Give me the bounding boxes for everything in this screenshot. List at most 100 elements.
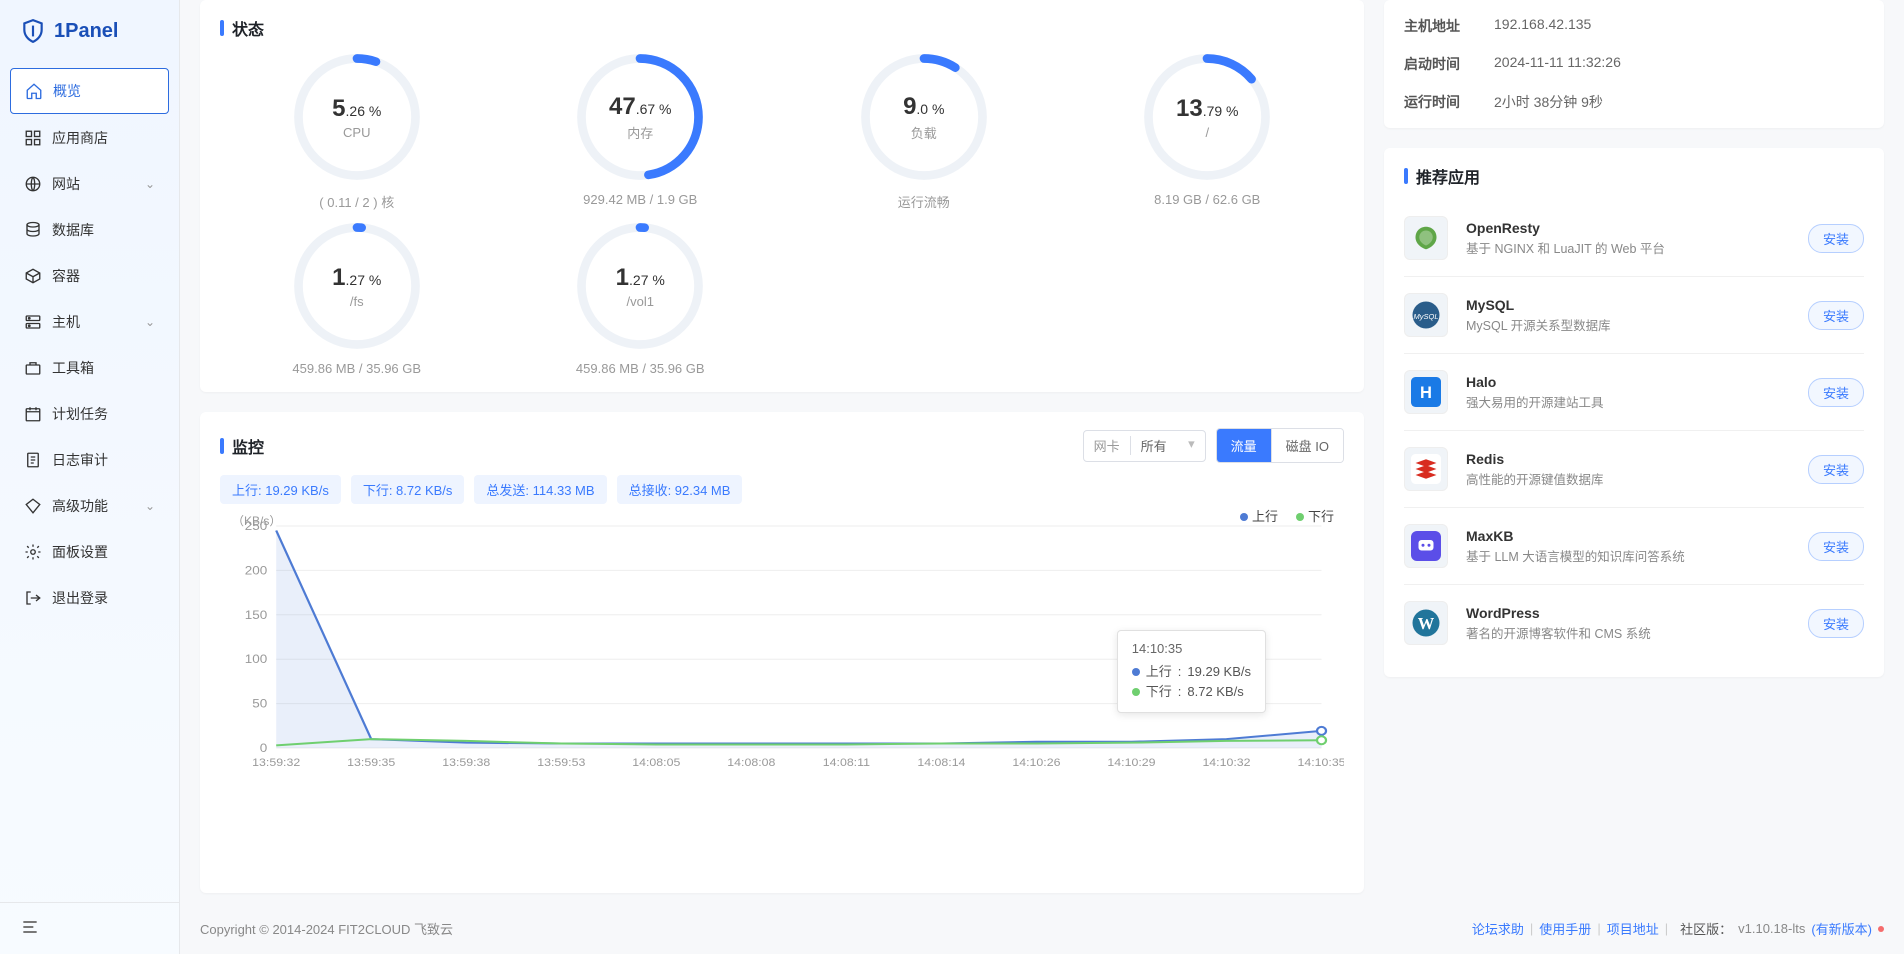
install-button[interactable]: 安装 (1808, 455, 1864, 484)
app-desc: 强大易用的开源建站工具 (1466, 392, 1604, 411)
chevron-down-icon: ⌄ (145, 499, 155, 513)
app-desc: MySQL 开源关系型数据库 (1466, 315, 1611, 334)
logout-icon (24, 589, 42, 607)
globe-icon (24, 175, 42, 193)
sysinfo-card: 主机地址192.168.42.135启动时间2024-11-11 11:32:2… (1384, 0, 1884, 128)
svg-text:13:59:35: 13:59:35 (347, 757, 396, 769)
nav-item-6[interactable]: 工具箱 (10, 346, 169, 390)
app-name: Redis (1466, 451, 1604, 467)
tab-disk-io[interactable]: 磁盘 IO (1271, 429, 1343, 462)
sidebar: 1Panel 概览应用商店网站⌄ 数据库容器主机 ⌄ 工具箱计划任务日志审计高级功能 ⌄… (0, 0, 180, 954)
grid-icon (24, 129, 42, 147)
svg-text:14:08:08: 14:08:08 (727, 757, 775, 769)
main-content: 状态 5.26 % CPU ( 0.11 / 2 ) 核 47.67 % 内存 (180, 0, 1904, 954)
gauge-1[interactable]: 47.67 % 内存 929.42 MB / 1.9 GB (504, 52, 778, 211)
stat-tag-0: 上行: 19.29 KB/s (220, 475, 341, 504)
chevron-down-icon: ⌄ (145, 315, 155, 329)
brand-text: 1Panel (54, 20, 118, 43)
new-version-link[interactable]: (有新版本) (1811, 919, 1872, 938)
mysql-icon: MySQL (1404, 293, 1448, 337)
svg-text:14:10:26: 14:10:26 (1012, 757, 1060, 769)
app-name: MaxKB (1466, 528, 1685, 544)
sysinfo-row-1: 启动时间2024-11-11 11:32:26 (1404, 54, 1864, 74)
nav-item-7[interactable]: 计划任务 (10, 392, 169, 436)
footer-link-repo[interactable]: 项目地址 (1607, 919, 1659, 938)
legend-up[interactable]: 上行 (1240, 506, 1278, 525)
brand-logo[interactable]: 1Panel (0, 0, 179, 62)
nic-select[interactable]: 网卡 所有 (1083, 430, 1206, 462)
app-item-1: MySQL MySQL MySQL 开源关系型数据库 安装 (1404, 276, 1864, 353)
nav-label: 退出登录 (52, 588, 108, 608)
nav-item-10[interactable]: 面板设置 (10, 530, 169, 574)
gauge-0[interactable]: 5.26 % CPU ( 0.11 / 2 ) 核 (220, 52, 494, 211)
nav-label: 网站 (52, 174, 80, 194)
app-name: MySQL (1466, 297, 1611, 313)
nav-label: 数据库 (52, 220, 94, 240)
install-button[interactable]: 安装 (1808, 224, 1864, 253)
legend-down[interactable]: 下行 (1296, 506, 1334, 525)
version-text: v1.10.18-lts (1738, 921, 1805, 936)
svg-text:14:08:05: 14:08:05 (632, 757, 681, 769)
svg-text:100: 100 (245, 652, 267, 666)
svg-text:50: 50 (252, 696, 267, 710)
copyright: Copyright © 2014-2024 FIT2CLOUD 飞致云 (200, 919, 453, 938)
stat-tag-2: 总发送: 114.33 MB (474, 475, 606, 504)
svg-text:H: H (1420, 384, 1432, 402)
chart-ylabel: （KB/s） (232, 512, 281, 529)
nav-item-2[interactable]: 网站⌄ (10, 162, 169, 206)
nav-item-4[interactable]: 容器 (10, 254, 169, 298)
recommend-apps: OpenResty 基于 NGINX 和 LuaJIT 的 Web 平台 安装 … (1404, 200, 1864, 661)
recommend-card: 推荐应用 OpenResty 基于 NGINX 和 LuaJIT 的 Web 平… (1384, 148, 1884, 677)
svg-text:200: 200 (245, 563, 267, 577)
shield-icon (20, 18, 46, 44)
svg-text:150: 150 (245, 608, 267, 622)
maxkb-icon (1404, 524, 1448, 568)
nav-label: 面板设置 (52, 542, 108, 562)
nav-item-11[interactable]: 退出登录 (10, 576, 169, 620)
nav-label: 概览 (53, 81, 81, 101)
svg-text:MySQL: MySQL (1413, 312, 1438, 321)
server-icon (24, 313, 42, 331)
wordpress-icon: W (1404, 601, 1448, 645)
app-item-4: MaxKB 基于 LLM 大语言模型的知识库问答系统 安装 (1404, 507, 1864, 584)
install-button[interactable]: 安装 (1808, 532, 1864, 561)
gauge-3[interactable]: 13.79 % / 8.19 GB / 62.6 GB (1071, 52, 1345, 211)
gauge-5[interactable]: 1.27 % /vol1 459.86 MB / 35.96 GB (504, 221, 778, 376)
nic-select-value: 所有 (1131, 436, 1205, 455)
footer-link-forum[interactable]: 论坛求助 (1472, 919, 1524, 938)
nav-label: 高级功能 (52, 496, 108, 516)
nav-item-3[interactable]: 数据库 (10, 208, 169, 252)
nav-label: 日志审计 (52, 450, 108, 470)
diamond-icon (24, 497, 42, 515)
install-button[interactable]: 安装 (1808, 301, 1864, 330)
gauge-2[interactable]: 9.0 % 负载 运行流畅 (787, 52, 1061, 211)
new-version-dot-icon (1878, 926, 1884, 932)
chart-legend: 上行 下行 (1240, 506, 1334, 525)
nav-label: 主机 (52, 312, 80, 332)
app-name: OpenResty (1466, 220, 1665, 236)
app-desc: 基于 LLM 大语言模型的知识库问答系统 (1466, 546, 1685, 565)
tab-traffic[interactable]: 流量 (1217, 429, 1271, 462)
collapse-sidebar-button[interactable] (0, 902, 179, 954)
app-desc: 基于 NGINX 和 LuaJIT 的 Web 平台 (1466, 238, 1665, 257)
svg-text:14:08:11: 14:08:11 (823, 757, 870, 769)
nav-item-9[interactable]: 高级功能 ⌄ (10, 484, 169, 528)
halo-icon: H (1404, 370, 1448, 414)
svg-text:14:10:32: 14:10:32 (1202, 757, 1250, 769)
nav-label: 工具箱 (52, 358, 94, 378)
install-button[interactable]: 安装 (1808, 378, 1864, 407)
gauge-4[interactable]: 1.27 % /fs 459.86 MB / 35.96 GB (220, 221, 494, 376)
svg-text:14:08:14: 14:08:14 (917, 757, 966, 769)
monitor-stat-tags: 上行: 19.29 KB/s下行: 8.72 KB/s总发送: 114.33 M… (220, 475, 1344, 504)
nav-item-0[interactable]: 概览 (10, 68, 169, 114)
install-button[interactable]: 安装 (1808, 609, 1864, 638)
nav-label: 应用商店 (52, 128, 108, 148)
app-name: WordPress (1466, 605, 1651, 621)
footer-link-docs[interactable]: 使用手册 (1539, 919, 1591, 938)
nav-item-1[interactable]: 应用商店 (10, 116, 169, 160)
nav-item-8[interactable]: 日志审计 (10, 438, 169, 482)
svg-text:13:59:38: 13:59:38 (442, 757, 490, 769)
nav-item-5[interactable]: 主机 ⌄ (10, 300, 169, 344)
container-icon (24, 267, 42, 285)
nav-label: 容器 (52, 266, 80, 286)
